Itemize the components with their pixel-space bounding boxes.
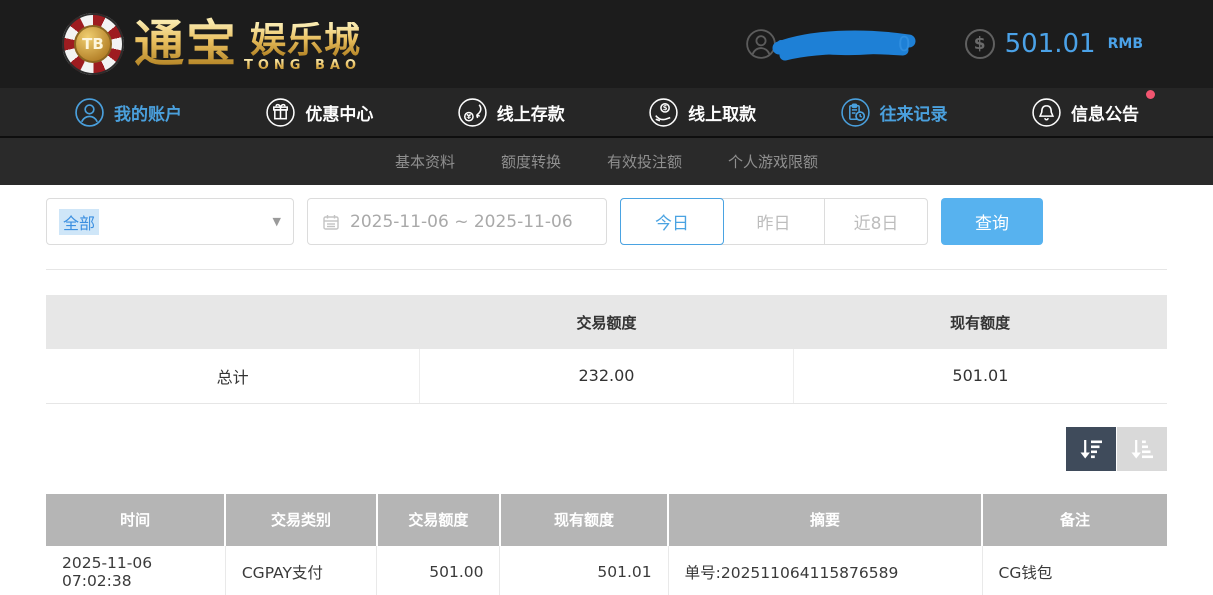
quick-date-today[interactable]: 今日 xyxy=(620,198,724,245)
nav-item-announcements[interactable]: 信息公告 xyxy=(1031,97,1139,128)
user-icon xyxy=(74,97,105,128)
nav-label: 信息公告 xyxy=(1071,100,1139,125)
sort-controls xyxy=(46,427,1167,471)
search-button[interactable]: 查询 xyxy=(941,198,1043,245)
site-logo[interactable]: TB 通宝 娱乐城 TONG BAO xyxy=(62,13,361,75)
main-content: 全部 ▼ 2025-11-06 ~ 2025-11-06 今日 昨日 近8日 查… xyxy=(0,185,1213,595)
deposit-icon: ¥ xyxy=(457,97,488,128)
nav-item-withdraw[interactable]: $ 线上取款 xyxy=(648,97,756,128)
nav-label: 往来记录 xyxy=(880,100,948,125)
gift-icon xyxy=(265,97,296,128)
balance-amount: 501.01 xyxy=(1005,29,1096,59)
selected-type: 全部 xyxy=(59,209,99,235)
nav-label: 线上取款 xyxy=(688,100,756,125)
record-time: 2025-11-06 07:02:38 xyxy=(46,546,225,595)
nav-label: 优惠中心 xyxy=(305,100,373,125)
records-header-type: 交易类别 xyxy=(225,494,376,546)
records-table: 时间 交易类别 交易额度 现有额度 摘要 备注 2025-11-06 07:02… xyxy=(46,494,1167,595)
summary-total-label: 总计 xyxy=(46,349,420,403)
quick-date-yesterday[interactable]: 昨日 xyxy=(723,199,825,244)
sort-descending-button[interactable] xyxy=(1066,427,1116,471)
casino-chip-icon: TB xyxy=(62,13,124,75)
records-header-balance: 现有额度 xyxy=(500,494,668,546)
records-header-time: 时间 xyxy=(46,494,225,546)
summary-header-transaction-amount: 交易额度 xyxy=(420,295,794,349)
records-row: 2025-11-06 07:02:38 CGPAY支付 501.00 501.0… xyxy=(46,546,1167,595)
subnav-basic-info[interactable]: 基本资料 xyxy=(395,151,455,172)
summary-total-row: 总计 232.00 501.01 xyxy=(46,349,1167,403)
records-header-remark: 备注 xyxy=(982,494,1167,546)
sort-ascending-icon xyxy=(1129,436,1155,462)
summary-header-row: 交易额度 现有额度 xyxy=(46,295,1167,349)
nav-label: 我的账户 xyxy=(114,100,182,125)
logo-title-main: 通宝 xyxy=(134,16,238,72)
nav-item-my-account[interactable]: 我的账户 xyxy=(74,97,182,128)
account-subnav: 基本资料 额度转换 有效投注额 个人游戏限额 xyxy=(0,138,1213,185)
balance-display[interactable]: $ 501.01 RMB xyxy=(965,29,1143,59)
record-summary: 单号:202511064115876589 xyxy=(668,546,982,595)
quick-date-group: 今日 昨日 近8日 xyxy=(620,198,928,245)
main-nav: 我的账户 优惠中心 ¥ 线上存款 $ 线上取款 往来记录 xyxy=(0,88,1213,138)
summary-transaction-amount: 232.00 xyxy=(420,349,794,403)
nav-item-transaction-records[interactable]: 往来记录 xyxy=(840,97,948,128)
svg-text:$: $ xyxy=(663,104,668,112)
svg-text:¥: ¥ xyxy=(466,113,471,121)
subnav-credit-transfer[interactable]: 额度转换 xyxy=(501,151,561,172)
logo-title-latin: TONG BAO xyxy=(244,58,361,73)
summary-header-empty xyxy=(46,295,420,349)
dollar-icon: $ xyxy=(965,29,995,59)
summary-header-current-balance: 现有额度 xyxy=(793,295,1167,349)
logo-title-sub: 娱乐城 xyxy=(250,22,361,60)
records-header-row: 时间 交易类别 交易额度 现有额度 摘要 备注 xyxy=(46,494,1167,546)
sort-ascending-button[interactable] xyxy=(1117,427,1167,471)
filter-toolbar: 全部 ▼ 2025-11-06 ~ 2025-11-06 今日 昨日 近8日 查… xyxy=(46,198,1167,245)
chevron-down-icon: ▼ xyxy=(273,215,281,228)
calendar-icon xyxy=(322,213,340,231)
record-type: CGPAY支付 xyxy=(225,546,376,595)
account-username[interactable]: 0 xyxy=(745,28,903,60)
record-amount: 501.00 xyxy=(377,546,500,595)
records-header-amount: 交易额度 xyxy=(377,494,500,546)
redacted-username: 0 xyxy=(785,28,903,60)
subnav-valid-bets[interactable]: 有效投注额 xyxy=(607,151,682,172)
records-icon xyxy=(840,97,871,128)
nav-item-deposit[interactable]: ¥ 线上存款 xyxy=(457,97,565,128)
withdraw-icon: $ xyxy=(648,97,679,128)
summary-current-balance: 501.01 xyxy=(793,349,1167,403)
sort-descending-icon xyxy=(1078,436,1104,462)
nav-label: 线上存款 xyxy=(497,100,565,125)
date-range-value: 2025-11-06 ~ 2025-11-06 xyxy=(350,212,573,232)
divider xyxy=(46,269,1167,270)
record-balance: 501.01 xyxy=(500,546,668,595)
chip-monogram: TB xyxy=(74,25,112,63)
bell-icon xyxy=(1031,97,1062,128)
record-remark: CG钱包 xyxy=(982,546,1167,595)
summary-table: 交易额度 现有额度 总计 232.00 501.01 xyxy=(46,295,1167,404)
records-header-summary: 摘要 xyxy=(668,494,982,546)
username-visible-suffix: 0 xyxy=(898,32,911,56)
top-bar: TB 通宝 娱乐城 TONG BAO xyxy=(0,0,1213,88)
transaction-type-select[interactable]: 全部 ▼ xyxy=(46,198,294,245)
date-range-input[interactable]: 2025-11-06 ~ 2025-11-06 xyxy=(307,198,607,245)
subnav-game-limits[interactable]: 个人游戏限额 xyxy=(728,151,818,172)
quick-date-last8days[interactable]: 近8日 xyxy=(825,199,927,244)
balance-currency: RMB xyxy=(1108,36,1143,52)
notification-dot xyxy=(1146,90,1155,99)
nav-item-promotions[interactable]: 优惠中心 xyxy=(265,97,373,128)
